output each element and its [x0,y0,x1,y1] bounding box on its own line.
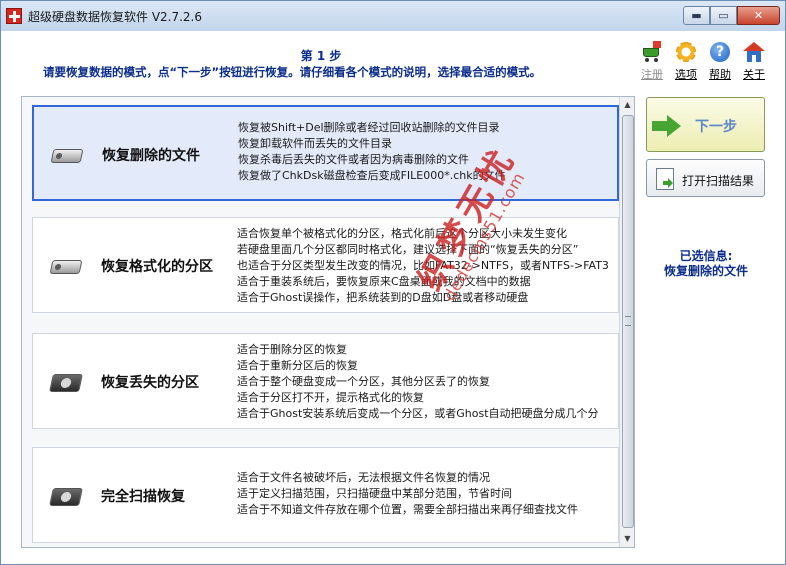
window-controls: ▬ ▭ ✕ [683,6,780,26]
help-icon: ? [709,41,731,63]
mode-description: 恢复被Shift+Del删除或者经过回收站删除的文件目录 恢复卸载软件而丢失的文… [238,121,506,182]
mode-name: 完全扫描恢复 [101,489,185,505]
maximize-button[interactable]: ▭ [710,6,737,25]
next-step-button[interactable]: 下一步 [646,97,765,152]
selected-info: 已选信息: 恢复删除的文件 [646,249,766,279]
mode-description: 适合恢复单个被格式化的分区，格式化前后这个分区大小未发生变化 若硬盘里面几个分区… [237,227,609,304]
close-button[interactable]: ✕ [737,6,780,25]
disk-icon [49,256,83,278]
app-window: 超级硬盘数据恢复软件 V2.7.2.6 ▬ ▭ ✕ 第 1 步 请要恢复数据的模… [0,0,786,565]
help-label: 帮助 [709,68,731,81]
mode-name: 恢复删除的文件 [102,148,200,164]
cart-icon [641,41,663,63]
mode-name: 恢复格式化的分区 [101,259,213,275]
title-bar[interactable]: 超级硬盘数据恢复软件 V2.7.2.6 ▬ ▭ ✕ [1,1,785,31]
gear-icon [675,41,697,63]
arrow-right-icon [652,115,682,137]
selected-info-title: 已选信息: [679,249,733,263]
step-instruction: 请要恢复数据的模式，点“下一步”按钮进行恢复。请仔细看各个模式的说明，选择最合适… [43,65,542,79]
minimize-button[interactable]: ▬ [683,6,710,25]
mode-list[interactable]: 恢复删除的文件 恢复被Shift+Del删除或者经过回收站删除的文件目录 恢复卸… [21,96,635,548]
about-button[interactable]: 关于 [737,41,771,82]
mode-name: 恢复丢失的分区 [101,375,199,391]
toolbar: 注册 选项 ? 帮助 关于 [635,41,771,82]
step-title: 第 1 步 [300,49,342,63]
home-icon [743,41,765,63]
mode-description: 适合于删除分区的恢复 适合于重新分区后的恢复 适合于整个硬盘变成一个分区，其他分… [237,343,599,420]
vertical-scrollbar[interactable]: ▲ ▼ [619,97,634,547]
help-button[interactable]: ? 帮助 [703,41,737,82]
scroll-down-icon[interactable]: ▼ [620,531,634,547]
window-title: 超级硬盘数据恢复软件 V2.7.2.6 [28,10,203,24]
scroll-thumb[interactable] [622,115,634,528]
options-label: 选项 [675,68,697,81]
about-label: 关于 [743,68,765,81]
register-button[interactable]: 注册 [635,41,669,82]
hard-disk-icon [49,486,83,508]
selected-info-value: 恢复删除的文件 [663,264,748,278]
mode-description: 适合于文件名被破坏后，无法根据文件名恢复的情况 适于定义扫描范围，只扫描硬盘中某… [237,471,578,516]
mode-card-recover-formatted[interactable]: 恢复格式化的分区 适合恢复单个被格式化的分区，格式化前后这个分区大小未发生变化 … [32,217,619,313]
mode-card-recover-lost-partition[interactable]: 恢复丢失的分区 适合于删除分区的恢复 适合于重新分区后的恢复 适合于整个硬盘变成… [32,333,619,429]
open-file-icon [656,168,674,190]
hard-disk-icon [49,372,83,394]
disk-icon [50,145,84,167]
options-button[interactable]: 选项 [669,41,703,82]
mode-card-recover-deleted[interactable]: 恢复删除的文件 恢复被Shift+Del删除或者经过回收站删除的文件目录 恢复卸… [32,105,619,201]
next-step-label: 下一步 [695,119,737,135]
client-area: 第 1 步 请要恢复数据的模式，点“下一步”按钮进行恢复。请仔细看各个模式的说明… [1,31,785,564]
scroll-up-icon[interactable]: ▲ [620,97,634,113]
app-icon [6,8,22,24]
register-label: 注册 [641,68,663,81]
mode-card-full-scan[interactable]: 完全扫描恢复 适合于文件名被破坏后，无法根据文件名恢复的情况 适于定义扫描范围，… [32,447,619,543]
open-scan-result-label: 打开扫描结果 [682,174,755,188]
open-scan-result-button[interactable]: 打开扫描结果 [646,159,765,197]
